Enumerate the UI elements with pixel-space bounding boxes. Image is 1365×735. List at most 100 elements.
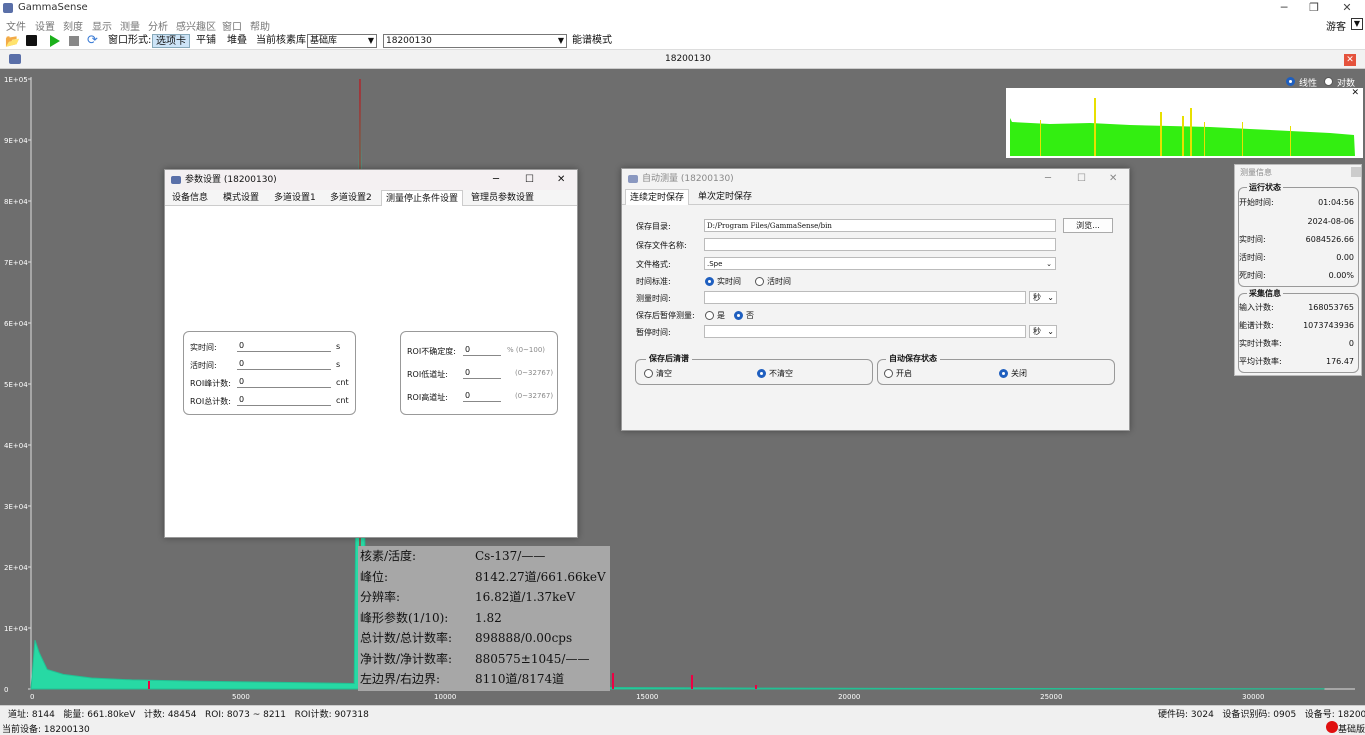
format-select[interactable]: .Spe ⌄ xyxy=(704,257,1056,270)
clear-radio[interactable] xyxy=(644,368,653,379)
meas-time-unit-select[interactable]: 秒 ⌄ xyxy=(1029,291,1057,304)
tab-device-info[interactable]: 设备信息 xyxy=(168,190,212,206)
roi-mark xyxy=(691,675,693,689)
tab-stop-conditions[interactable]: 测量停止条件设置 xyxy=(381,190,464,206)
panel-close-icon[interactable] xyxy=(1351,167,1361,177)
auto-off-radio[interactable] xyxy=(999,368,1008,379)
menu-help[interactable]: 帮助 xyxy=(250,18,270,33)
livetime-input[interactable]: 0 xyxy=(237,358,331,370)
info-key: 净计数/净计数率: xyxy=(360,651,453,666)
close-icon[interactable]: ✕ xyxy=(557,170,565,190)
roi-uncertainty-input[interactable]: 0 xyxy=(463,344,501,356)
x-tick-label: 20000 xyxy=(838,693,860,701)
mode-stack-button[interactable]: 堆叠 xyxy=(227,34,247,48)
overview-close-icon[interactable]: ✕ xyxy=(1351,88,1359,98)
roi-mark xyxy=(612,673,614,689)
menu-file[interactable]: 文件 xyxy=(6,18,26,33)
pause-yes-radio[interactable] xyxy=(705,310,714,321)
menu-window[interactable]: 窗口 xyxy=(222,18,242,33)
pause-time-input[interactable] xyxy=(704,325,1026,338)
overview-peak xyxy=(1094,98,1096,156)
toolbar: 📂 ⟳ 窗口形式: 选项卡 平铺 堆叠 当前核素库: 基础库 ▼ 18200130… xyxy=(0,32,1365,50)
field-label: ROI总计数: xyxy=(190,397,231,406)
livetime-radio[interactable] xyxy=(755,276,764,287)
tab-single-save[interactable]: 单次定时保存 xyxy=(694,189,756,205)
user-name[interactable]: 游客 xyxy=(1326,18,1346,33)
restore-icon[interactable]: ❐ xyxy=(1300,0,1328,16)
x-tick-label: 15000 xyxy=(636,693,658,701)
save-icon[interactable] xyxy=(26,35,37,46)
file-name-input[interactable] xyxy=(704,238,1056,251)
auto-tabs: 连续定时保存 单次定时保存 xyxy=(622,189,1129,205)
realtime-radio[interactable] xyxy=(705,276,714,287)
clear-after-save-group: 保存后清谱 清空 不清空 xyxy=(635,353,873,385)
menu-analysis[interactable]: 分析 xyxy=(148,18,168,33)
roi-total-count-input[interactable]: 0 xyxy=(237,394,331,406)
library-label: 当前核素库: xyxy=(256,35,310,46)
open-folder-icon[interactable]: 📂 xyxy=(5,34,20,48)
roi-high-channel-input[interactable]: 0 xyxy=(463,390,501,402)
mode-tab-button[interactable]: 选项卡 xyxy=(152,34,190,48)
maximize-icon[interactable]: ☐ xyxy=(525,170,534,190)
no-clear-label: 不清空 xyxy=(769,369,793,378)
menu-settings[interactable]: 设置 xyxy=(35,18,55,33)
minimize-icon[interactable]: ─ xyxy=(1045,169,1051,189)
info-row: 实时间: 6084526.66 xyxy=(1239,235,1354,244)
tab-mca1[interactable]: 多道设置1 xyxy=(270,190,320,206)
y-tick-label: 1E+05 xyxy=(4,76,28,84)
pause-no-radio[interactable] xyxy=(734,310,743,321)
document-tab-title[interactable]: 18200130 xyxy=(665,54,711,64)
auto-on-label: 开启 xyxy=(896,369,912,378)
y-tick-label: 3E+04 xyxy=(4,503,28,511)
tab-mca2[interactable]: 多道设置2 xyxy=(326,190,376,206)
close-icon[interactable]: ✕ xyxy=(1109,169,1117,189)
browse-button[interactable]: 浏览... xyxy=(1063,218,1113,233)
close-tab-icon[interactable]: ✕ xyxy=(1344,54,1356,66)
unit-label: % (0~100) xyxy=(507,346,546,354)
refresh-icon[interactable]: ⟳ xyxy=(87,34,98,48)
dialog-logo-icon xyxy=(628,175,638,183)
connection-status-icon xyxy=(1326,721,1338,733)
roi-peak-count-input[interactable]: 0 xyxy=(237,376,331,388)
maximize-icon[interactable]: ☐ xyxy=(1077,169,1086,189)
save-dir-input[interactable]: D:/Program Files/GammaSense/bin xyxy=(704,219,1056,232)
dialog-title-bar: 参数设置 (18200130) ─ ☐ ✕ xyxy=(165,170,577,190)
close-icon[interactable]: ✕ xyxy=(1333,0,1361,16)
log-radio[interactable] xyxy=(1324,76,1333,87)
roi-mark xyxy=(755,685,757,689)
pause-no-label: 否 xyxy=(746,311,754,320)
pause-time-unit-select[interactable]: 秒 ⌄ xyxy=(1029,325,1057,338)
tab-mode[interactable]: 模式设置 xyxy=(219,190,263,206)
dialog-title: 自动测量 (18200130) xyxy=(642,174,734,184)
library-select[interactable]: 基础库 ▼ xyxy=(307,34,377,48)
unit-label: cnt xyxy=(336,396,349,405)
menu-display[interactable]: 显示 xyxy=(92,18,112,33)
overview-panel[interactable]: ✕ xyxy=(1006,88,1363,158)
info-row: 开始时间: 01:04:56 xyxy=(1239,198,1354,207)
menu-measure[interactable]: 测量 xyxy=(120,18,140,33)
realtime-input[interactable]: 0 xyxy=(237,340,331,352)
x-tick-label: 25000 xyxy=(1040,693,1062,701)
minimize-icon[interactable]: ─ xyxy=(1270,0,1298,16)
menu-roi[interactable]: 感兴趣区 xyxy=(176,18,216,33)
tab-continuous-save[interactable]: 连续定时保存 xyxy=(625,189,690,205)
roi-low-channel-input[interactable]: 0 xyxy=(463,367,501,379)
mode-tile-button[interactable]: 平铺 xyxy=(196,34,216,48)
menu-calibration[interactable]: 刻度 xyxy=(63,18,83,33)
time-std-label: 时间标准: xyxy=(636,277,671,286)
minimize-icon[interactable]: ─ xyxy=(493,170,499,190)
dialog-title: 参数设置 (18200130) xyxy=(185,175,277,185)
auto-on-radio[interactable] xyxy=(884,368,893,379)
info-value: Cs-137/—— xyxy=(475,549,546,563)
tab-admin[interactable]: 管理员参数设置 xyxy=(467,190,538,206)
linear-radio[interactable] xyxy=(1286,76,1295,87)
info-key: 峰形参数(1/10): xyxy=(360,610,449,625)
spectrum-mode-label[interactable]: 能谱模式 xyxy=(572,34,612,48)
device-select[interactable]: 18200130 ▼ xyxy=(383,34,567,48)
no-clear-radio[interactable] xyxy=(757,368,766,379)
user-dropdown-icon[interactable]: ▼ xyxy=(1351,18,1363,30)
group-title: 自动保存状态 xyxy=(886,353,940,364)
stop-icon[interactable] xyxy=(69,36,79,46)
meas-time-input[interactable] xyxy=(704,291,1026,304)
start-icon[interactable] xyxy=(50,35,60,47)
